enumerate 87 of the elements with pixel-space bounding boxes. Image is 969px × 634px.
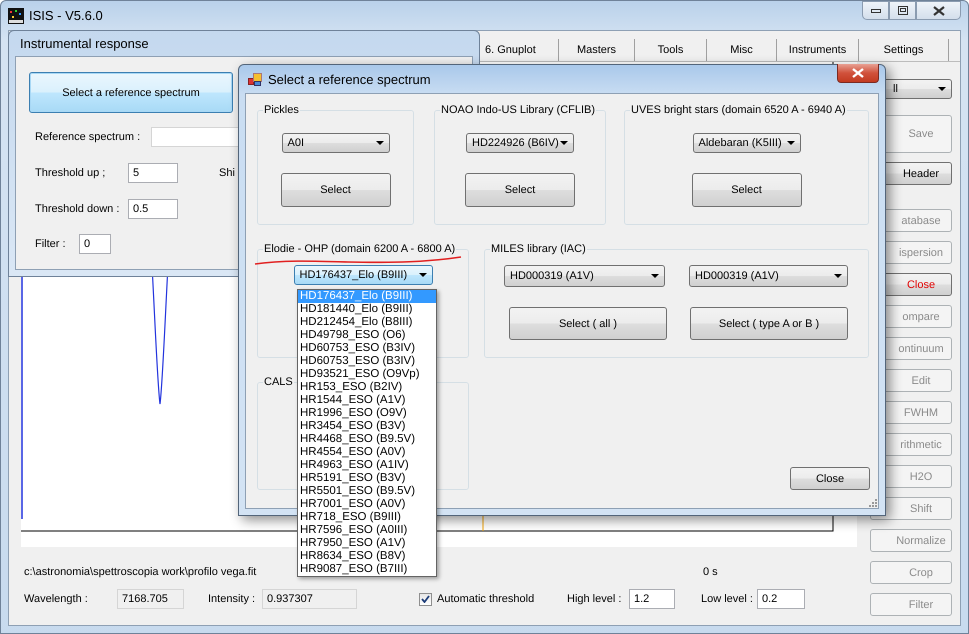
select-button[interactable]: Select xyxy=(280,173,390,207)
group-title: CALS xyxy=(263,376,294,388)
list-option[interactable]: HD49798_ESO (O6) xyxy=(298,329,436,342)
group-title: Elodie - OHP (domain 6200 A - 6800 A) xyxy=(263,243,456,255)
close-icon xyxy=(852,68,864,78)
dropdown[interactable]: Aldebaran (K5III) xyxy=(692,133,800,153)
select-button[interactable]: Select xyxy=(692,173,802,207)
list-option[interactable]: HR5501_ESO (B9.5V) xyxy=(298,485,436,498)
close-button[interactable] xyxy=(916,1,961,20)
list-option[interactable]: HD60753_ESO (B3IV) xyxy=(298,355,436,368)
tab[interactable]: Misc xyxy=(707,39,777,61)
list-option[interactable]: HD60753_ESO (B3IV) xyxy=(298,342,436,355)
window-title: Select a reference spectrum xyxy=(268,72,431,86)
minimize-button[interactable] xyxy=(862,1,889,20)
field-label: Threshold up ; xyxy=(35,167,106,179)
close-icon xyxy=(932,6,944,16)
list-option[interactable]: HR3454_ESO (B3V) xyxy=(298,420,436,433)
list-option[interactable]: HR7001_ESO (A0V) xyxy=(298,498,436,511)
tab[interactable]: Instruments xyxy=(777,39,859,61)
list-option[interactable]: HR5191_ESO (B3V) xyxy=(298,472,436,485)
list-option[interactable]: HR4554_ESO (A0V) xyxy=(298,446,436,459)
dropdown[interactable]: A0I xyxy=(282,133,390,153)
list-option[interactable]: HR7596_ESO (A0III) xyxy=(298,524,436,537)
input-field[interactable]: 1.2 xyxy=(629,589,675,609)
checkbox-label: Automatic threshold xyxy=(437,593,536,605)
list-option[interactable]: HR1544_ESO (A1V) xyxy=(298,394,436,407)
list-option[interactable]: HR8634_ESO (B8V) xyxy=(298,550,436,563)
elapsed-time: 0 s xyxy=(703,566,718,578)
list-option[interactable]: HR7950_ESO (A1V) xyxy=(298,537,436,550)
intensity-field: 0.937307 xyxy=(262,589,357,609)
maximize-icon xyxy=(898,6,908,15)
window-title: ISIS - V5.6.0 xyxy=(29,8,103,23)
maximize-button[interactable] xyxy=(889,1,916,20)
group-title: UVES bright stars (domain 6520 A - 6940 A) xyxy=(630,104,847,116)
tab[interactable]: Masters xyxy=(559,39,635,61)
select-button[interactable]: Select xyxy=(465,173,575,207)
caret-icon xyxy=(560,141,568,145)
group-title: Pickles xyxy=(263,104,300,116)
group-title: MILES library (IAC) xyxy=(490,243,587,255)
caret-icon xyxy=(938,87,946,91)
field-label: Wavelength : xyxy=(23,593,89,605)
dropdown[interactable]: HD224926 (B6IV) xyxy=(466,133,574,153)
form-icon xyxy=(248,72,262,86)
group-title: NOAO Indo-US Library (CFLIB) xyxy=(440,104,596,116)
list-option[interactable]: HD181440_Elo (B9III) xyxy=(298,303,436,316)
checkmark-icon xyxy=(421,595,430,603)
input-field[interactable]: 0.5 xyxy=(128,199,178,219)
dropdown[interactable]: HD000319 (A1V) xyxy=(504,265,665,287)
select-button[interactable]: Select ( type A or B ) xyxy=(690,307,848,340)
list-option[interactable]: HR718_ESO (B9III) xyxy=(298,511,436,524)
field-label: Low level : xyxy=(701,593,754,605)
list-option[interactable]: HR9087_ESO (B7III) xyxy=(298,563,436,576)
checkbox[interactable] xyxy=(419,592,432,606)
caret-icon xyxy=(651,274,659,278)
input-field[interactable]: 0.2 xyxy=(757,589,805,609)
minimize-icon xyxy=(870,8,880,12)
caret-icon xyxy=(786,141,794,145)
select-button[interactable]: Select ( all ) xyxy=(509,307,667,340)
list-option[interactable]: HD93521_ESO (O9Vp) xyxy=(298,368,436,381)
close-button[interactable] xyxy=(837,64,879,83)
app-icon xyxy=(8,8,24,24)
field-label: High level : xyxy=(567,593,622,605)
resize-grip-icon[interactable] xyxy=(869,499,877,507)
list-option[interactable]: HR153_ESO (B2IV) xyxy=(298,381,436,394)
input-field[interactable]: 0 xyxy=(79,234,111,254)
list-option[interactable]: HR1996_ESO (O9V) xyxy=(298,407,436,420)
file-path: c:\astronomia\spettroscopia work\profilo vega.fit xyxy=(24,566,256,578)
dropdown[interactable]: HD176437_Elo (B9III) xyxy=(294,265,432,285)
window-title: Instrumental response xyxy=(19,35,150,53)
field-label: Shi xyxy=(219,167,235,179)
list-option[interactable]: HD212454_Elo (B8III) xyxy=(298,316,436,329)
tab[interactable]: Tools xyxy=(635,39,707,61)
field-label: Threshold down : xyxy=(35,203,120,215)
select-reference-button[interactable]: Select a reference spectrum xyxy=(29,72,233,113)
field-label: Filter : xyxy=(35,238,67,250)
caret-icon xyxy=(418,273,426,277)
wavelength-field: 7168.705 xyxy=(117,589,184,609)
caret-icon xyxy=(376,141,384,145)
field-label: Reference spectrum : xyxy=(35,131,142,143)
input-field[interactable]: 5 xyxy=(128,163,178,183)
caret-icon xyxy=(834,274,842,278)
close-button[interactable]: Close xyxy=(790,467,870,490)
list-option[interactable]: HR4468_ESO (B9.5V) xyxy=(298,433,436,446)
list-option[interactable]: HR4963_ESO (A1IV) xyxy=(298,459,436,472)
field-label: Intensity : xyxy=(208,593,256,605)
tab[interactable]: Settings xyxy=(859,39,949,61)
dropdown[interactable]: HD000319 (A1V) xyxy=(689,265,848,287)
